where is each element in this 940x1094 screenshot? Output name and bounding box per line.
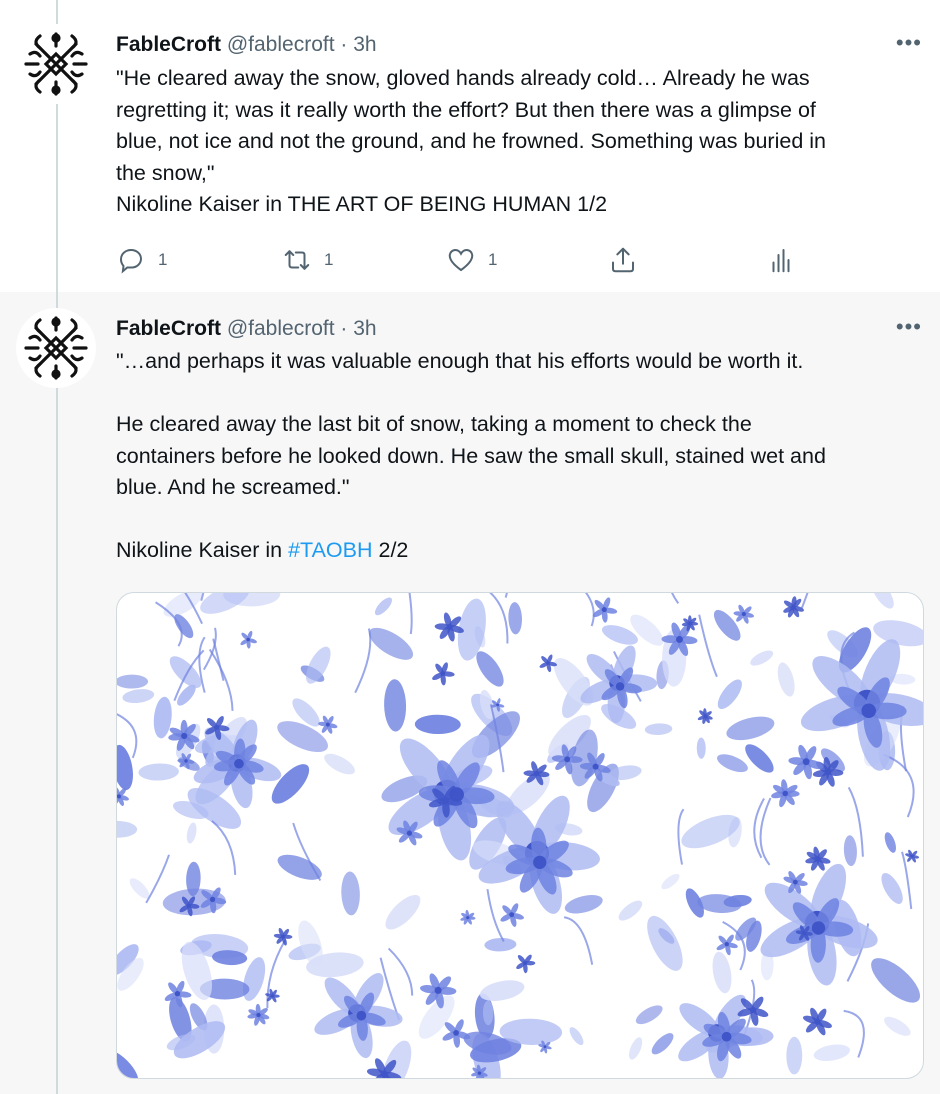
timestamp[interactable]: 3h: [353, 317, 376, 340]
fablecroft-logo-icon: [24, 316, 88, 380]
reply-icon: [119, 248, 143, 274]
share-button[interactable]: [608, 244, 638, 276]
like-icon: [448, 248, 474, 272]
tweet-text-line: blue, not ice and not the ground, and he…: [116, 129, 826, 153]
tweet-text-line: regretting it; was it really worth the e…: [116, 97, 816, 122]
avatar[interactable]: [16, 24, 96, 104]
like-button[interactable]: 1: [446, 244, 497, 276]
tweet-header: FableCroft @fablecroft · 3h: [116, 317, 377, 341]
tweet-media-image[interactable]: [116, 592, 924, 1079]
attribution-text: Nikoline Kaiser in: [116, 538, 289, 562]
author-name[interactable]: FableCroft: [116, 317, 221, 340]
timestamp[interactable]: 3h: [353, 33, 376, 56]
hashtag-link[interactable]: #TAOBH: [288, 538, 372, 562]
tweet-text-line: blue. And he screamed.": [116, 475, 350, 499]
analytics-button[interactable]: [766, 244, 796, 276]
tweet-header: FableCroft @fablecroft · 3h: [116, 33, 377, 57]
avatar[interactable]: [16, 308, 96, 388]
like-count: 1: [488, 250, 498, 269]
retweet-button[interactable]: 1: [282, 244, 333, 276]
author-name[interactable]: FableCroft: [116, 33, 221, 56]
more-options-icon[interactable]: •••: [896, 314, 922, 340]
tweet-text: "…and perhaps it was valuable enough tha…: [116, 346, 924, 567]
retweet-icon: [284, 250, 310, 270]
tweet-2[interactable]: FableCroft @fablecroft · 3h ••• "…and pe…: [0, 292, 940, 1094]
tweet-text-line: the snow,": [116, 160, 215, 185]
retweet-count: 1: [324, 250, 334, 269]
tweet-text-line: Nikoline Kaiser in #TAOBH 2/2: [116, 535, 924, 567]
blue-floral-pattern-icon: [117, 593, 923, 1078]
more-options-icon[interactable]: •••: [896, 30, 922, 56]
reply-button[interactable]: 1: [116, 244, 167, 276]
share-icon: [612, 247, 634, 273]
thread-line: [56, 292, 58, 1094]
separator-dot: ·: [340, 33, 348, 56]
analytics-icon: [772, 249, 790, 273]
tweet-text-line: containers before he looked down. He saw…: [116, 443, 826, 468]
tweet-text: "He cleared away the snow, gloved hands …: [116, 63, 924, 221]
tweet-text-line: Nikoline Kaiser in THE ART OF BEING HUMA…: [116, 192, 608, 216]
tweet-1[interactable]: FableCroft @fablecroft · 3h ••• "He clea…: [0, 0, 940, 292]
tweet-text-line: He cleared away the last bit of snow, ta…: [116, 412, 752, 436]
fablecroft-logo-icon: [24, 32, 88, 96]
separator-dot: ·: [340, 317, 348, 340]
tweet-text-line: "…and perhaps it was valuable enough tha…: [116, 349, 804, 373]
tweet-actions: 1 1 1: [116, 244, 816, 276]
thread-index: 2/2: [372, 538, 409, 562]
author-handle[interactable]: @fablecroft: [227, 317, 335, 340]
tweet-text-line: "He cleared away the snow, gloved hands …: [116, 66, 810, 90]
author-handle[interactable]: @fablecroft: [227, 33, 335, 56]
reply-count: 1: [158, 250, 168, 269]
